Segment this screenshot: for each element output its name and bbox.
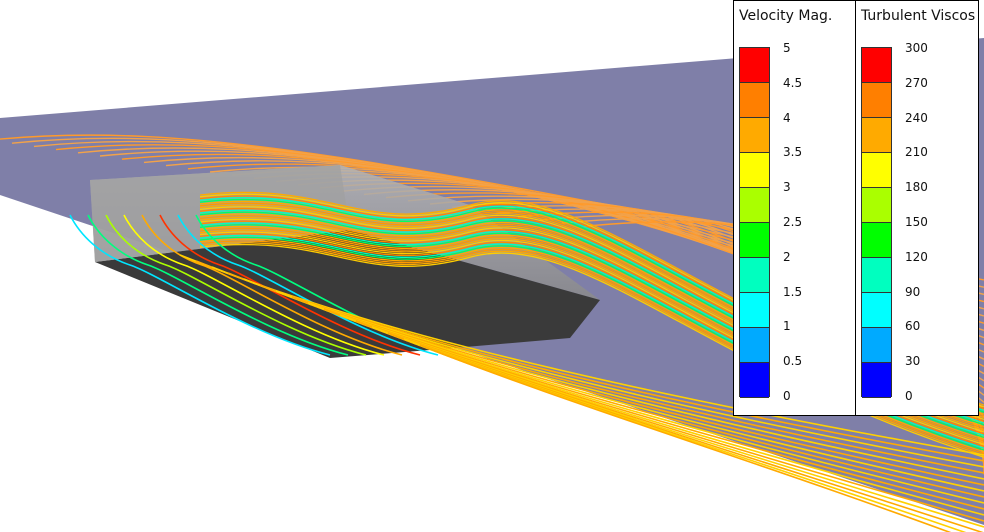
legend-tick-label: 60 bbox=[905, 319, 921, 334]
color-bar-segment bbox=[740, 83, 769, 118]
color-bar-segment bbox=[862, 223, 891, 258]
color-bar-segment bbox=[862, 293, 891, 328]
color-bar-segment bbox=[862, 153, 891, 188]
legend-tick-label: 210 bbox=[905, 145, 928, 160]
legend-ticks: 300 270 240 210 180 150 120 90 60 30 0 bbox=[905, 41, 978, 403]
legend-tick-label: 0.5 bbox=[783, 354, 803, 369]
color-bar-segment bbox=[862, 48, 891, 83]
color-bar-segment bbox=[740, 118, 769, 153]
color-bar: 5 4.5 4 3.5 3 2.5 2 1.5 1 0.5 0 bbox=[739, 41, 802, 403]
color-bar: 300 270 240 210 180 150 120 90 60 30 0 bbox=[861, 41, 928, 403]
turbulent-viscosity-legend: Turbulent Viscos 300 270 240 210 180 150 120 90… bbox=[855, 0, 979, 416]
color-bar-segment bbox=[740, 153, 769, 188]
color-bar-segment bbox=[862, 258, 891, 293]
legend-tick-label: 4 bbox=[783, 110, 791, 125]
color-bar-segment bbox=[862, 363, 891, 398]
legend-title: Turbulent Viscos bbox=[861, 8, 976, 24]
color-bar-segment bbox=[740, 48, 769, 83]
legend-tick-label: 0 bbox=[905, 389, 913, 403]
legend-tick-label: 150 bbox=[905, 215, 928, 229]
legend-tick-label: 5 bbox=[783, 41, 791, 55]
legend-tick-label: 90 bbox=[905, 284, 921, 299]
color-bar-segment bbox=[740, 258, 769, 293]
color-bar-segment bbox=[740, 293, 769, 328]
legend-tick-label: 300 bbox=[905, 41, 928, 55]
legend-tick-label: 180 bbox=[905, 180, 928, 195]
legend-tick-label: 30 bbox=[905, 354, 921, 369]
color-bar-segment bbox=[862, 118, 891, 153]
velocity-magnitude-legend: Velocity Mag. 5 4.5 4 3.5 3 2.5 2 1.5 1 0.5 0 bbox=[733, 0, 856, 416]
legend-ticks: 5 4.5 4 3.5 3 2.5 2 1.5 1 0.5 0 bbox=[783, 41, 855, 403]
legend-tick-label: 1 bbox=[783, 319, 791, 334]
color-bar-segment bbox=[862, 83, 891, 118]
color-bar-segment bbox=[740, 188, 769, 223]
legend-tick-label: 240 bbox=[905, 110, 928, 125]
legend-tick-label: 1.5 bbox=[783, 284, 803, 299]
legend-tick-label: 0 bbox=[783, 389, 791, 403]
legend-tick-label: 3.5 bbox=[783, 145, 803, 160]
legend-tick-label: 3 bbox=[783, 180, 791, 195]
color-bar-segment bbox=[862, 328, 891, 363]
legend-tick-label: 4.5 bbox=[783, 75, 803, 90]
legend-tick-label: 270 bbox=[905, 75, 928, 90]
legend-tick-label: 2.5 bbox=[783, 215, 803, 229]
legend-tick-label: 120 bbox=[905, 249, 928, 264]
color-bar-segment bbox=[740, 363, 769, 398]
color-bar-segment bbox=[740, 223, 769, 258]
legend-title: Velocity Mag. bbox=[739, 8, 833, 24]
color-bar-segment bbox=[740, 328, 769, 363]
legend-tick-label: 2 bbox=[783, 249, 791, 264]
color-bar-segment bbox=[862, 188, 891, 223]
